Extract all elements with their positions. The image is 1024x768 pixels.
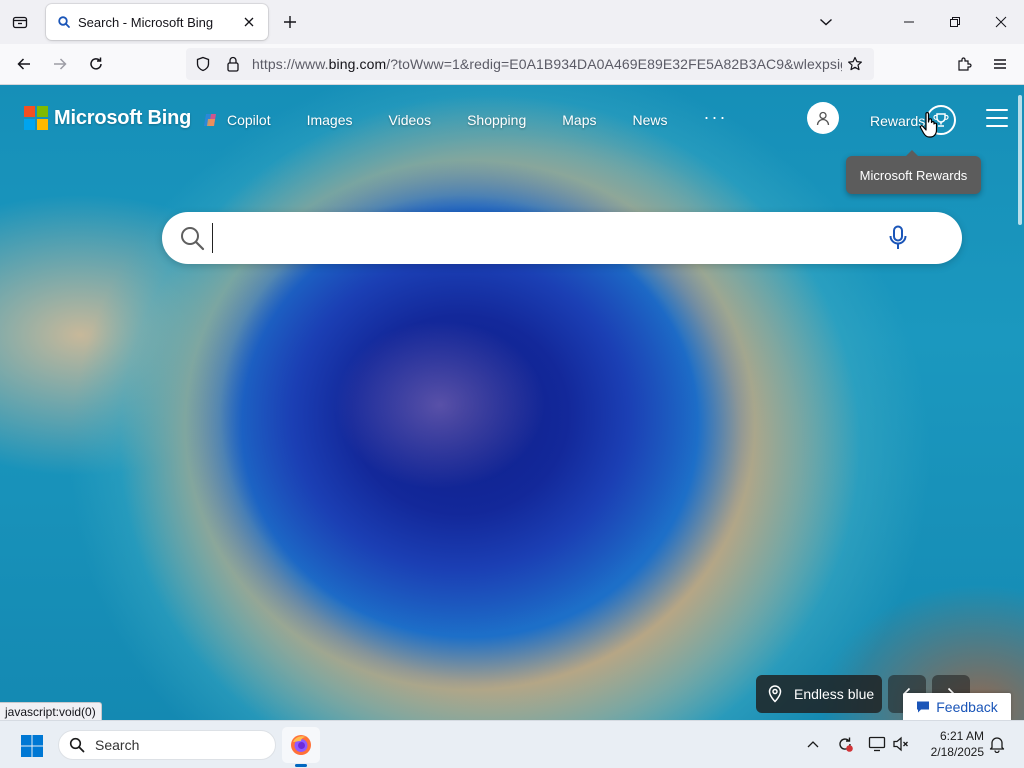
- windows-taskbar: Search 6:21 AM 2/18/2025: [0, 720, 1024, 768]
- feedback-chat-icon: [916, 700, 930, 714]
- plus-icon: [284, 16, 296, 28]
- hamburger-menu-icon: [994, 59, 1006, 69]
- close-window-button[interactable]: [978, 0, 1024, 44]
- start-button[interactable]: [12, 729, 52, 763]
- location-pin-icon: [768, 685, 782, 703]
- person-icon: [816, 111, 830, 126]
- url-path: /?toWww=1&redig=E0A1B934DA0A469E89E32FE5…: [386, 56, 842, 72]
- restore-button[interactable]: [932, 0, 978, 44]
- search-input[interactable]: [212, 223, 880, 253]
- taskbar-clock[interactable]: 6:21 AM 2/18/2025: [918, 728, 984, 760]
- minimize-icon: [904, 21, 914, 23]
- nav-news[interactable]: News: [632, 112, 667, 128]
- active-app-indicator: [295, 764, 307, 767]
- monitor-icon: [868, 736, 886, 752]
- chevron-up-icon: [807, 741, 819, 748]
- forward-button[interactable]: [44, 48, 76, 80]
- browser-navigation-bar: https://www.bing.com/?toWww=1&redig=E0A1…: [0, 44, 1024, 85]
- page-scrollbar[interactable]: [1018, 95, 1022, 225]
- microphone-icon[interactable]: [880, 220, 916, 256]
- bing-search-favicon-icon: [56, 14, 72, 30]
- image-caption-text: Endless blue: [794, 686, 875, 702]
- close-icon: [995, 16, 1007, 28]
- nav-videos[interactable]: Videos: [389, 112, 432, 128]
- sync-alert-icon: [839, 737, 853, 752]
- back-button[interactable]: [8, 48, 40, 80]
- list-all-tabs-button[interactable]: [4, 6, 36, 38]
- nav-copilot-label: Copilot: [227, 112, 271, 128]
- clock-date: 2/18/2025: [930, 745, 984, 759]
- windows-start-icon: [21, 735, 43, 757]
- microsoft-logo-icon: [24, 106, 48, 130]
- tracking-protection-shield-icon[interactable]: [192, 53, 214, 75]
- url-host: bing.com: [328, 56, 387, 72]
- bing-top-navigation: Copilot Images Videos Shopping Maps News…: [202, 107, 728, 131]
- copilot-icon: [204, 114, 216, 126]
- speaker-muted-icon: [893, 736, 908, 752]
- lock-icon[interactable]: [222, 53, 244, 75]
- firefox-icon: [291, 735, 311, 755]
- nav-maps[interactable]: Maps: [562, 112, 596, 128]
- app-menu-button[interactable]: [984, 48, 1016, 80]
- display-tray-button[interactable]: [866, 733, 888, 755]
- restore-icon: [950, 17, 960, 27]
- bing-logo[interactable]: Microsoft Bing: [24, 105, 191, 131]
- rewards-label[interactable]: Rewards: [870, 113, 925, 129]
- tab-overflow-menu-button[interactable]: [812, 8, 840, 36]
- close-tab-icon[interactable]: [238, 11, 260, 33]
- bing-search-box[interactable]: [162, 212, 962, 264]
- bing-settings-menu-icon[interactable]: [986, 109, 1008, 127]
- more-nav-ellipsis-icon[interactable]: ···: [704, 107, 728, 128]
- url-prefix: https://www.: [252, 56, 329, 72]
- nav-shopping[interactable]: Shopping: [467, 112, 526, 128]
- rewards-tooltip: Microsoft Rewards: [846, 150, 981, 194]
- tab-list-icon: [12, 16, 28, 29]
- notifications-button[interactable]: [986, 733, 1008, 755]
- nav-copilot[interactable]: Copilot: [202, 111, 271, 129]
- browser-tab-strip: Search - Microsoft Bing: [0, 0, 1024, 44]
- minimize-button[interactable]: [886, 0, 932, 44]
- bing-logo-text: Microsoft Bing: [54, 106, 192, 129]
- url-text[interactable]: https://www.bing.com/?toWww=1&redig=E0A1…: [252, 56, 842, 72]
- chevron-down-icon: [820, 18, 832, 26]
- extensions-button[interactable]: [948, 48, 980, 80]
- background-image-caption[interactable]: Endless blue: [756, 675, 882, 713]
- search-icon: [69, 737, 85, 753]
- tab-title: Search - Microsoft Bing: [78, 14, 214, 30]
- reload-icon: [90, 57, 102, 70]
- bing-homepage: Microsoft Bing Copilot Images Videos Sho…: [0, 85, 1024, 720]
- bookmark-star-icon[interactable]: [842, 51, 868, 77]
- address-bar[interactable]: https://www.bing.com/?toWww=1&redig=E0A1…: [186, 48, 874, 80]
- reload-button[interactable]: [80, 48, 112, 80]
- search-icon: [178, 224, 206, 252]
- feedback-label: Feedback: [936, 699, 998, 715]
- bell-icon: [989, 737, 1005, 753]
- browser-status-text: javascript:void(0): [0, 702, 102, 720]
- back-arrow-icon: [17, 58, 30, 70]
- hand-pointer-cursor-icon: [919, 112, 938, 138]
- taskbar-search-label: Search: [95, 737, 140, 753]
- taskbar-search-box[interactable]: Search: [58, 730, 276, 760]
- clock-time: 6:21 AM: [939, 729, 984, 743]
- puzzle-piece-icon: [958, 57, 972, 71]
- forward-arrow-icon: [54, 58, 67, 70]
- sign-in-avatar[interactable]: [807, 102, 839, 134]
- tab-bing-search[interactable]: Search - Microsoft Bing: [46, 4, 268, 40]
- show-hidden-icons-button[interactable]: [802, 733, 824, 755]
- sync-status-tray-button[interactable]: [834, 733, 856, 755]
- feedback-button[interactable]: Feedback: [903, 693, 1011, 720]
- volume-muted-tray-button[interactable]: [890, 733, 912, 755]
- bing-header: Microsoft Bing Copilot Images Videos Sho…: [0, 85, 1024, 194]
- firefox-taskbar-button[interactable]: [282, 727, 320, 763]
- new-tab-button[interactable]: [276, 8, 304, 36]
- nav-images[interactable]: Images: [307, 112, 353, 128]
